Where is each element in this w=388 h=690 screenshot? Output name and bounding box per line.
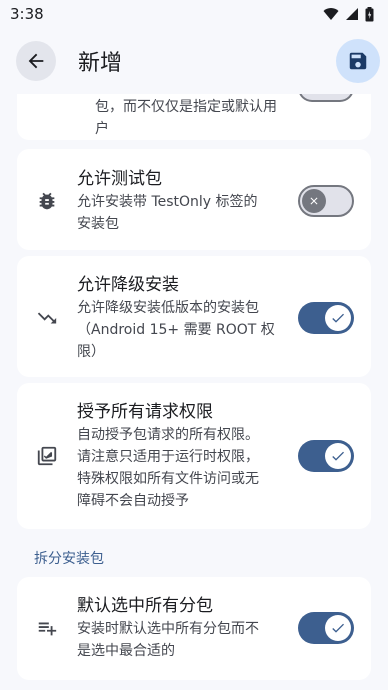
grant-all-permissions-switch[interactable] [298,440,354,472]
preference-card-select-all-splits[interactable]: 默认选中所有分包 安装时默认选中所有分包而不 是选中最合适的 [17,577,371,680]
partial-item-switch[interactable] [298,94,354,102]
item-summary-line-3: 限） [77,344,105,360]
item-summary-line-1: 安装时默认选中所有分包而不 [77,621,259,637]
item-summary-line-4: 障碍不会自动授予 [77,493,189,509]
switch-thumb [302,189,326,213]
trending-down-icon [17,307,77,329]
switch-thumb [325,615,351,641]
wifi-icon [323,8,339,20]
item-summary-line-2: 安装包 [77,216,119,232]
preference-card-allow-downgrade[interactable]: 允许降级安装 允许降级安装低版本的安装包 （Android 15+ 需要 ROO… [17,256,371,377]
allow-downgrade-switch[interactable] [298,302,354,334]
allow-test-only-switch[interactable] [298,185,354,217]
item-title: 默认选中所有分包 [77,596,213,616]
bug-icon [17,190,77,212]
section-header-split-apk: 拆分安装包 [34,551,104,567]
status-bar: 3:38 [0,0,388,28]
switch-thumb [325,305,351,331]
item-summary-line-2: 请注意只适用于运行时权限， [77,449,259,465]
checklist-icon [17,445,77,467]
check-icon [332,451,344,461]
arrow-back-icon [28,53,44,69]
item-summary-line-2: 是选中最合适的 [77,643,175,659]
save-button[interactable] [336,39,380,83]
close-icon [310,197,318,205]
back-button[interactable] [16,41,56,81]
item-title: 允许测试包 [77,169,162,189]
check-icon [332,623,344,633]
status-icons [323,6,374,22]
check-icon [332,313,344,323]
item-summary-line-1: 允许降级安装低版本的安装包 [77,300,259,316]
playlist-add-icon [17,617,77,639]
partial-item-summary-line-2: 户 [95,121,109,137]
item-title: 授予所有请求权限 [77,402,213,422]
partial-preference-card[interactable]: 包，而不仅仅是指定或默认用 户 [17,94,371,140]
item-summary-line-1: 允许安装带 TestOnly 标签的 [77,194,258,210]
status-time: 3:38 [10,5,44,23]
preference-card-allow-test-only[interactable]: 允许测试包 允许安装带 TestOnly 标签的 安装包 [17,149,371,250]
item-summary-line-3: 特殊权限如所有文件访问或无 [77,471,259,487]
item-summary-line-2: （Android 15+ 需要 ROOT 权 [77,322,275,338]
signal-icon [346,8,358,20]
battery-icon [365,6,374,21]
switch-thumb [325,443,351,469]
preference-card-grant-all-permissions[interactable]: 授予所有请求权限 自动授予包请求的所有权限。 请注意只适用于运行时权限， 特殊权… [17,383,371,529]
top-app-bar: 新增 [0,28,388,94]
partial-item-summary-line-1: 包，而不仅仅是指定或默认用 [95,99,277,115]
item-summary-line-1: 自动授予包请求的所有权限。 [77,427,259,443]
save-icon [349,52,367,70]
select-all-splits-switch[interactable] [298,612,354,644]
item-title: 允许降级安装 [77,275,179,295]
page-title: 新增 [78,51,123,76]
preference-list[interactable]: 包，而不仅仅是指定或默认用 户 允许测试包 允许安装带 TestOnly 标签的… [0,94,388,690]
